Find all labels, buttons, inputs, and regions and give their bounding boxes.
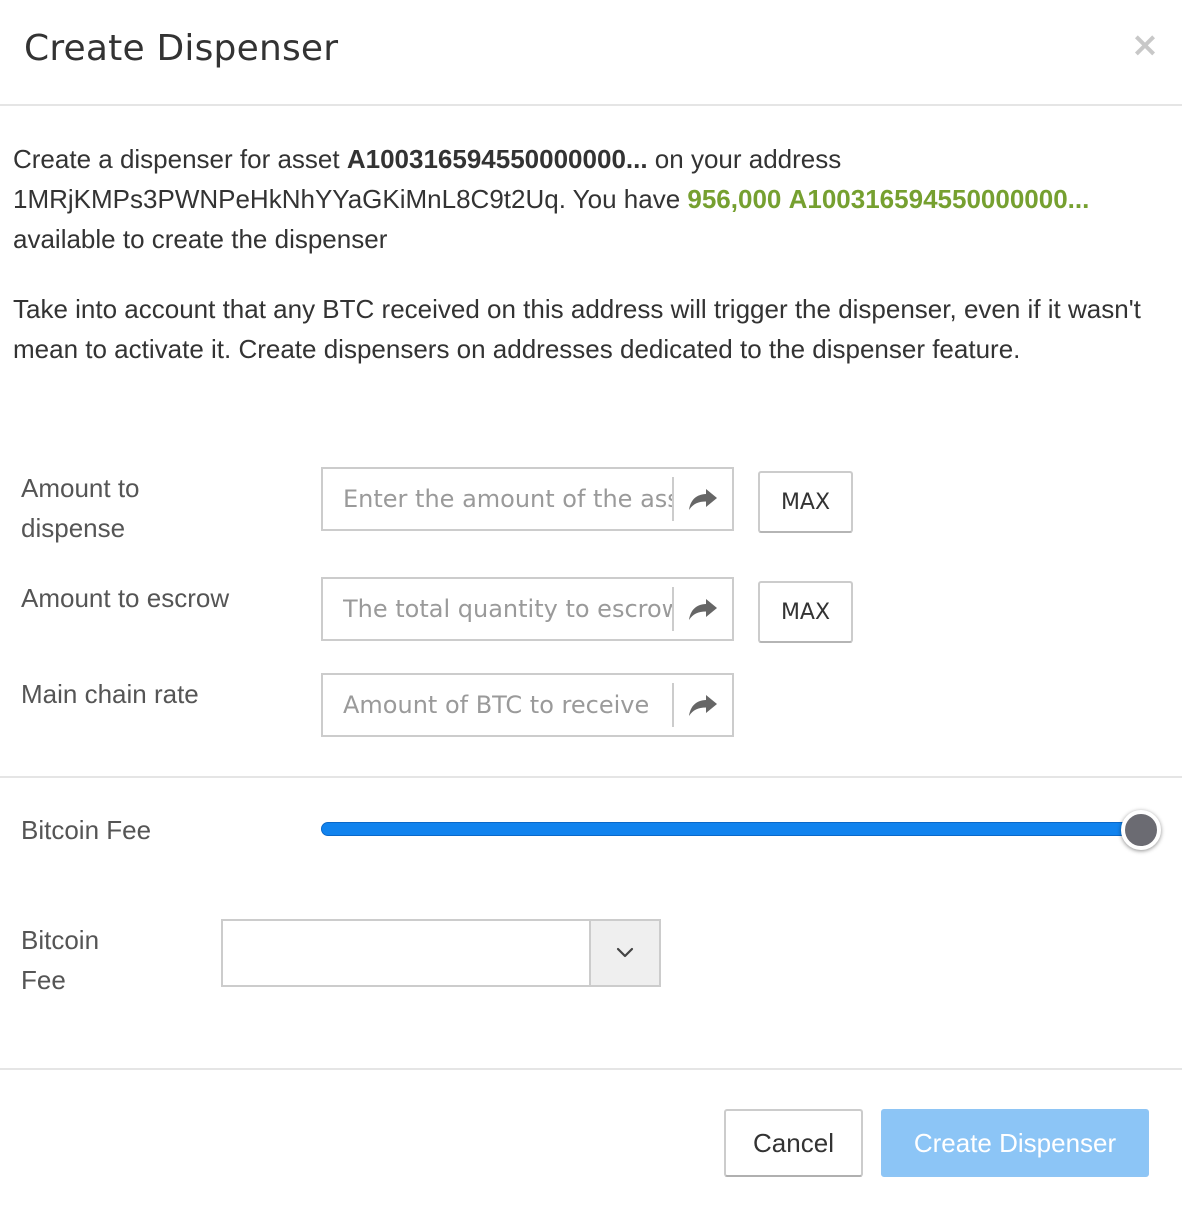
asset-name: A100316594550000000... [346, 144, 648, 174]
dispenser-warning: Take into account that any BTC received … [13, 294, 1141, 364]
available-asset: A100316594550000000... [788, 184, 1090, 214]
create-dispenser-button[interactable]: Create Dispenser [881, 1109, 1149, 1177]
desc-mid: on your address [647, 144, 842, 174]
modal-title: Create Dispenser [24, 28, 339, 69]
dispense-max-button[interactable]: MAX [758, 471, 853, 533]
main-chain-rate-label: Main chain rate [21, 679, 199, 709]
desc-suffix: available to create the dispenser [13, 224, 388, 254]
modal-header: Create Dispenser × [0, 0, 1182, 106]
amount-to-escrow-group [321, 577, 734, 641]
fee-slider-label: Bitcoin Fee [21, 815, 152, 845]
close-icon[interactable]: × [1130, 28, 1160, 62]
fee-slider-handle[interactable] [1121, 810, 1161, 850]
cancel-button[interactable]: Cancel [724, 1109, 863, 1177]
desc-have: . You have [558, 184, 688, 214]
amount-to-escrow-input[interactable] [323, 579, 673, 639]
available-amount: 956,000 [687, 184, 782, 214]
source-address: 1MRjKMPs3PWNPeHkNhYYaGKiMnL8C9t2Uq [13, 184, 559, 214]
share-arrow-icon[interactable] [672, 477, 732, 521]
fee-select[interactable] [221, 919, 661, 987]
section-divider [0, 776, 1182, 778]
amount-to-dispense-input[interactable] [323, 469, 673, 529]
desc-prefix: Create a dispenser for asset [13, 144, 347, 174]
chevron-down-icon[interactable] [589, 921, 659, 985]
fee-select-label: Bitcoin Fee [21, 925, 100, 995]
amount-to-dispense-group [321, 467, 734, 531]
amount-to-escrow-label: Amount to escrow [21, 583, 230, 613]
fee-slider-fill [322, 823, 1140, 835]
dispenser-description: Create a dispenser for asset A1003165945… [13, 139, 1163, 259]
footer-divider [0, 1068, 1182, 1070]
share-arrow-icon[interactable] [672, 587, 732, 631]
main-chain-rate-group [321, 673, 734, 737]
escrow-max-button[interactable]: MAX [758, 581, 853, 643]
amount-to-dispense-label: Amount to dispense [21, 473, 140, 543]
fee-slider-track[interactable] [321, 822, 1141, 836]
share-arrow-icon[interactable] [672, 683, 732, 727]
main-chain-rate-input[interactable] [323, 675, 673, 735]
